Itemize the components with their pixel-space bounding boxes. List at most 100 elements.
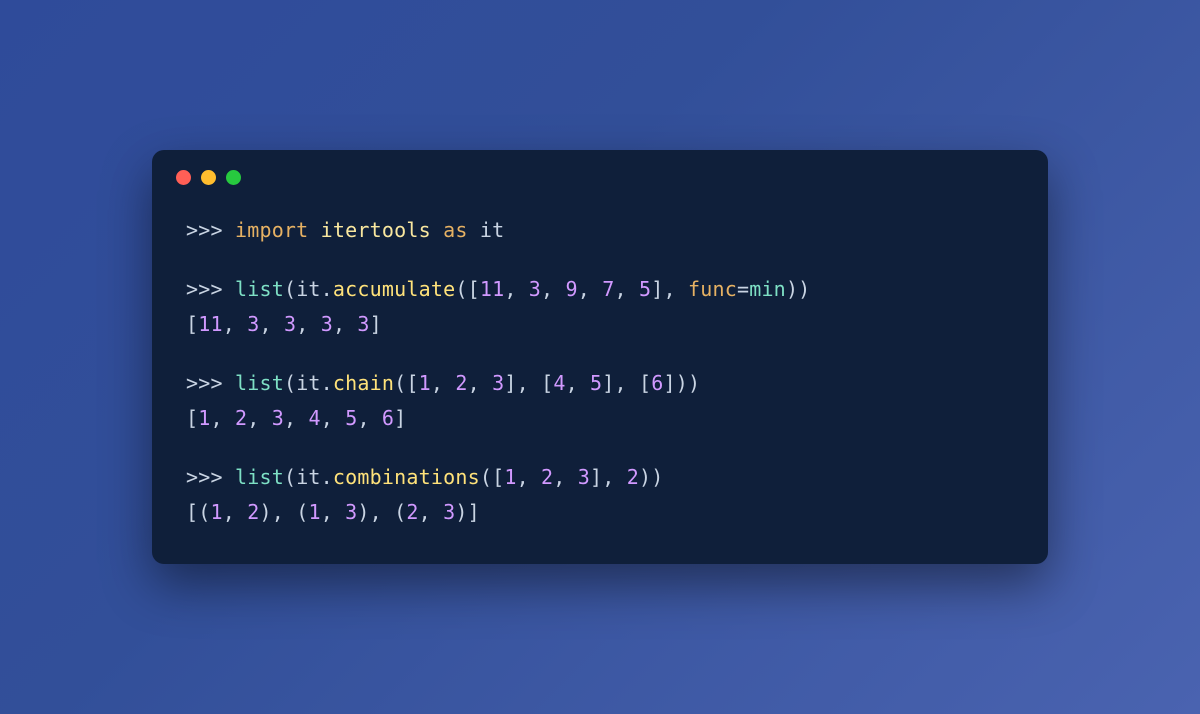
code-line-accumulate-call: >>> list(it.accumulate([11, 3, 9, 7, 5],… xyxy=(186,272,1014,307)
keyword-import: import xyxy=(235,218,308,242)
paren: ( xyxy=(284,277,296,301)
minimize-icon[interactable] xyxy=(201,170,216,185)
tuple-sep: ), ( xyxy=(357,500,406,524)
object-it: it xyxy=(296,371,320,395)
repl-prompt: >>> xyxy=(186,218,235,242)
number: 2 xyxy=(235,406,247,430)
comma: , xyxy=(223,312,247,336)
object-it: it xyxy=(296,277,320,301)
dot: . xyxy=(321,465,333,489)
close-args: ], xyxy=(651,277,688,301)
number: 11 xyxy=(480,277,504,301)
code-line-import: >>> import itertools as it xyxy=(186,213,1014,248)
comma: , xyxy=(284,406,308,430)
number: 3 xyxy=(578,465,590,489)
comma: , xyxy=(578,277,602,301)
comma: , xyxy=(247,406,271,430)
builtin-list: list xyxy=(235,465,284,489)
comma: , xyxy=(553,465,577,489)
maximize-icon[interactable] xyxy=(226,170,241,185)
comma: , xyxy=(321,500,345,524)
terminal-window: >>> import itertools as it>>> list(it.ac… xyxy=(152,150,1048,564)
code-line-chain-call: >>> list(it.chain([1, 2, 3], [4, 5], [6]… xyxy=(186,366,1014,401)
number: 9 xyxy=(566,277,578,301)
number: 4 xyxy=(553,371,565,395)
number: 3 xyxy=(284,312,296,336)
open-args: ([ xyxy=(394,371,418,395)
space xyxy=(468,218,480,242)
close-paren: ])) xyxy=(664,371,701,395)
number: 1 xyxy=(198,406,210,430)
bracket: )] xyxy=(455,500,479,524)
method-chain: chain xyxy=(333,371,394,395)
paren: ( xyxy=(284,371,296,395)
number: 2 xyxy=(541,465,553,489)
number: 1 xyxy=(308,500,320,524)
comma: , xyxy=(431,371,455,395)
kwarg-func: func xyxy=(688,277,737,301)
number: 1 xyxy=(419,371,431,395)
equals: = xyxy=(737,277,749,301)
module-name: itertools xyxy=(321,218,431,242)
number: 1 xyxy=(210,500,222,524)
number: 3 xyxy=(345,500,357,524)
repl-prompt: >>> xyxy=(186,277,235,301)
mid: ], xyxy=(590,465,627,489)
number: 3 xyxy=(272,406,284,430)
dot: . xyxy=(321,277,333,301)
number: 3 xyxy=(321,312,333,336)
open-args: ([ xyxy=(455,277,479,301)
comma: , xyxy=(566,371,590,395)
number: 3 xyxy=(357,312,369,336)
code-line-combinations-result: [(1, 2), (1, 3), (2, 3)] xyxy=(186,495,1014,530)
close-paren: )) xyxy=(639,465,663,489)
comma: , xyxy=(517,465,541,489)
number: 2 xyxy=(406,500,418,524)
comma: , xyxy=(468,371,492,395)
method-accumulate: accumulate xyxy=(333,277,455,301)
comma: , xyxy=(259,312,283,336)
number: 2 xyxy=(247,500,259,524)
code-line-combinations-call: >>> list(it.combinations([1, 2, 3], 2)) xyxy=(186,460,1014,495)
space xyxy=(308,218,320,242)
number: 2 xyxy=(455,371,467,395)
builtin-min: min xyxy=(749,277,786,301)
number: 6 xyxy=(651,371,663,395)
repl-prompt: >>> xyxy=(186,371,235,395)
code-line-accumulate-result: [11, 3, 3, 3, 3] xyxy=(186,307,1014,342)
number: 2 xyxy=(627,465,639,489)
blank-line xyxy=(186,436,1014,460)
number: 1 xyxy=(504,465,516,489)
window-titlebar xyxy=(152,150,1048,195)
bracket: [ xyxy=(186,312,198,336)
number: 11 xyxy=(198,312,222,336)
comma: , xyxy=(541,277,565,301)
alias-name: it xyxy=(480,218,504,242)
comma: , xyxy=(321,406,345,430)
comma: , xyxy=(419,500,443,524)
builtin-list: list xyxy=(235,277,284,301)
close-paren: )) xyxy=(786,277,810,301)
number: 6 xyxy=(382,406,394,430)
number: 5 xyxy=(345,406,357,430)
close-icon[interactable] xyxy=(176,170,191,185)
builtin-list: list xyxy=(235,371,284,395)
method-combinations: combinations xyxy=(333,465,480,489)
comma: , xyxy=(333,312,357,336)
bracket: ] xyxy=(394,406,406,430)
code-line-chain-result: [1, 2, 3, 4, 5, 6] xyxy=(186,401,1014,436)
comma: , xyxy=(615,277,639,301)
code-area[interactable]: >>> import itertools as it>>> list(it.ac… xyxy=(152,195,1048,538)
number: 4 xyxy=(308,406,320,430)
space xyxy=(431,218,443,242)
bracket: [( xyxy=(186,500,210,524)
number: 5 xyxy=(639,277,651,301)
open-args: ([ xyxy=(480,465,504,489)
object-it: it xyxy=(296,465,320,489)
bracket: [ xyxy=(186,406,198,430)
number: 3 xyxy=(529,277,541,301)
repl-prompt: >>> xyxy=(186,465,235,489)
bracket: ] xyxy=(370,312,382,336)
number: 3 xyxy=(443,500,455,524)
blank-line xyxy=(186,248,1014,272)
